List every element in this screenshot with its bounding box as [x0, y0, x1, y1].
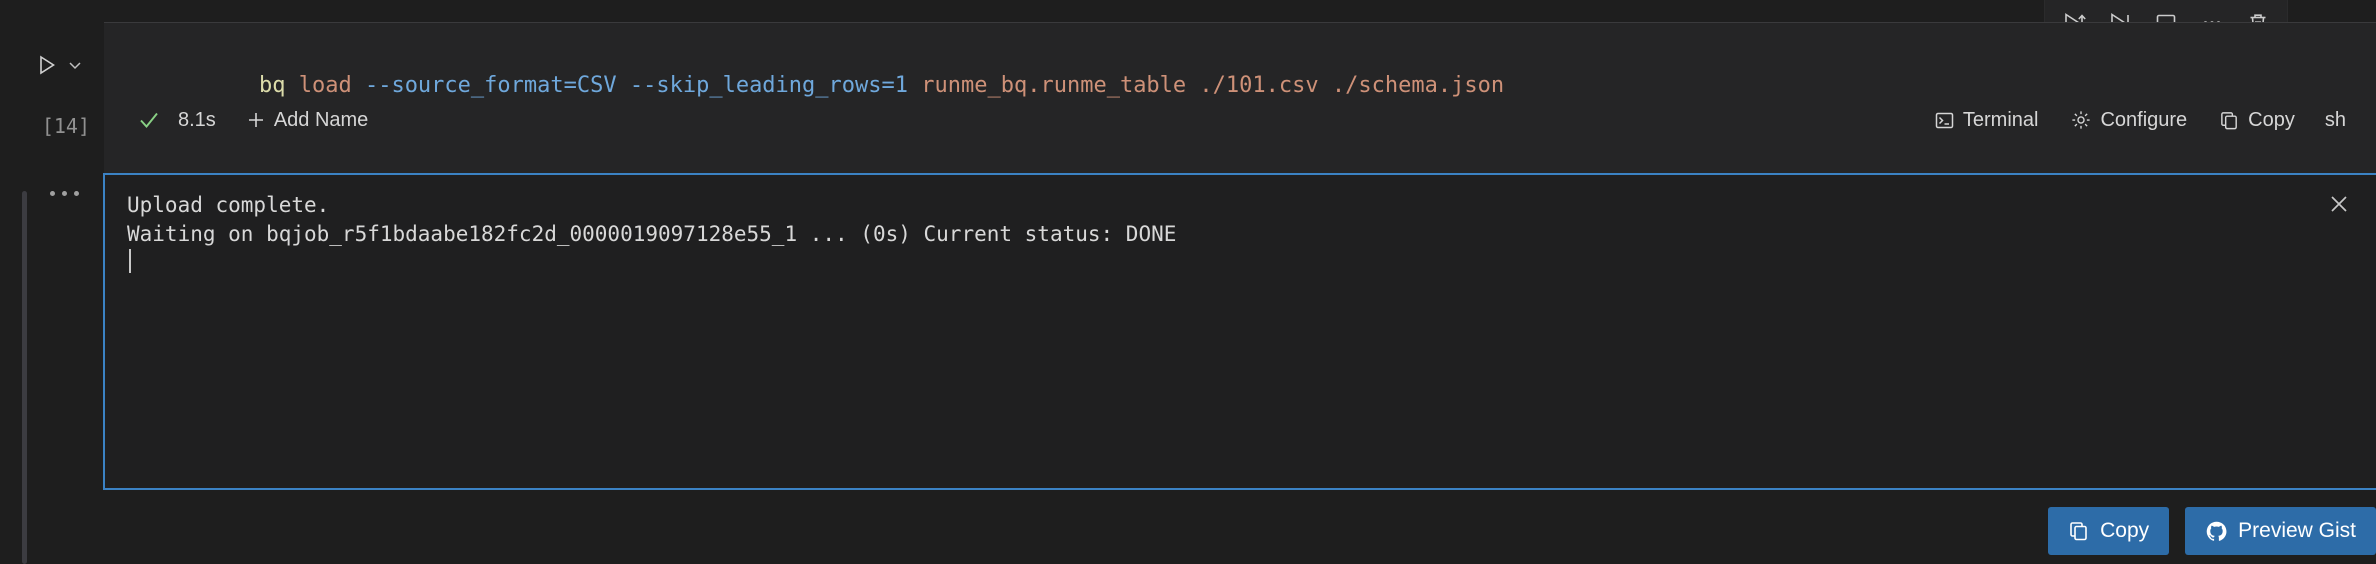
copy-output-label: Copy — [2100, 519, 2150, 542]
add-name-label: Add Name — [273, 108, 369, 131]
output-action-bar: Copy Preview Gist — [103, 505, 2376, 557]
close-icon — [2331, 196, 2347, 212]
plus-icon — [248, 113, 263, 127]
copy-output-button[interactable]: Copy — [2048, 507, 2170, 555]
configure-label: Configure — [2100, 108, 2188, 131]
code-editor[interactable]: bq load --source_format=CSV --skip_leadi… — [104, 23, 2376, 98]
close-output-button[interactable] — [2322, 187, 2356, 221]
ellipsis-icon — [49, 190, 55, 196]
terminal-button[interactable]: Terminal — [1926, 105, 2047, 136]
execution-duration: 8.1s — [178, 108, 216, 131]
copy-icon — [2070, 522, 2087, 541]
run-cell-button[interactable] — [34, 52, 60, 78]
code-cell: bq load --source_format=CSV --skip_leadi… — [104, 22, 2376, 150]
chevron-down-icon — [69, 62, 81, 70]
terminal-label: Terminal — [1962, 108, 2039, 131]
preview-gist-label: Preview Gist — [2238, 519, 2356, 542]
add-name-button[interactable]: Add Name — [238, 105, 377, 136]
cell-status-left: 8.1s Add Name — [132, 105, 376, 136]
play-icon — [40, 55, 55, 75]
gear-icon — [2072, 111, 2091, 129]
output-gutter-bar — [22, 191, 27, 564]
cell-language-selector[interactable]: sh — [2319, 105, 2352, 136]
cell-output: Upload complete. Waiting on bqjob_r5f1bd… — [103, 173, 2376, 490]
run-options-dropdown[interactable] — [65, 53, 85, 77]
copy-code-label: Copy — [2248, 108, 2295, 131]
configure-button[interactable]: Configure — [2062, 105, 2195, 136]
ellipsis-icon — [61, 190, 67, 196]
preview-gist-button[interactable]: Preview Gist — [2185, 507, 2376, 555]
copy-code-button[interactable]: Copy — [2211, 105, 2303, 136]
output-options-button[interactable] — [38, 178, 90, 208]
terminal-icon — [1935, 112, 1954, 128]
output-text: Upload complete. Waiting on bqjob_r5f1bd… — [127, 193, 1177, 246]
github-icon — [2206, 521, 2227, 541]
notebook-cell-view: [14] bq load --source_format=CSV --skip_… — [0, 0, 2376, 564]
execution-count: [14] — [41, 114, 90, 138]
output-caret — [129, 249, 131, 273]
run-controls — [34, 52, 85, 78]
success-check-icon — [132, 108, 166, 132]
copy-icon — [2221, 111, 2238, 129]
cell-status-right: Terminal Configure Copy sh — [1926, 105, 2352, 136]
cell-run-gutter: [14] — [20, 44, 104, 185]
cell-status-bar: 8.1s Add Name Terminal Configure Copy sh — [104, 89, 2376, 151]
ellipsis-icon — [73, 190, 79, 196]
